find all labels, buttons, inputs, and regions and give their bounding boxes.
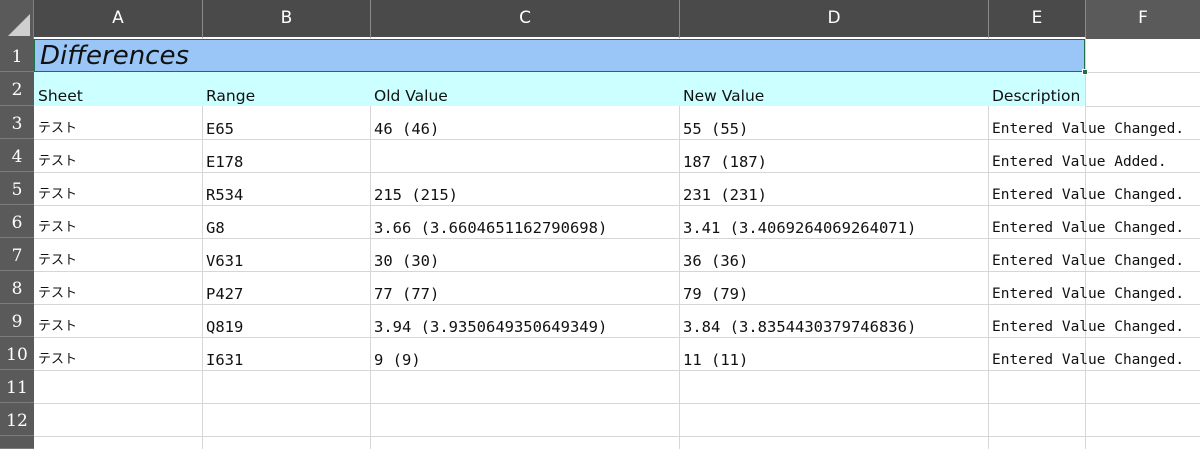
cell-old-value[interactable]: 3.94 (3.9350649350649349) — [374, 304, 607, 337]
column-header-d[interactable]: D — [680, 0, 989, 39]
cell-description[interactable]: Entered Value Changed. — [992, 106, 1184, 139]
cell-range[interactable]: E65 — [206, 106, 234, 139]
cell-old-value[interactable]: 3.66 (3.6604651162790698) — [374, 205, 607, 238]
column-header-e[interactable]: E — [989, 0, 1086, 39]
cell-range[interactable]: Q819 — [206, 304, 243, 337]
cell-old-value[interactable]: 9 (9) — [374, 337, 421, 370]
cell-description[interactable]: Entered Value Changed. — [992, 304, 1184, 337]
cell-old-value[interactable]: 46 (46) — [374, 106, 439, 139]
cell-range[interactable]: P427 — [206, 271, 243, 304]
row-header-2[interactable]: 2 — [0, 72, 34, 106]
column-header-c[interactable]: C — [371, 0, 680, 39]
cell-description[interactable]: Entered Value Changed. — [992, 205, 1184, 238]
row-header-7[interactable]: 7 — [0, 238, 34, 271]
cell-sheet[interactable]: テスト — [38, 106, 77, 139]
gridline-row-11 — [34, 403, 1200, 404]
header-description[interactable]: Description — [992, 72, 1080, 106]
cell-new-value[interactable]: 36 (36) — [683, 238, 748, 271]
row-header-5[interactable]: 5 — [0, 172, 34, 205]
cell-new-value[interactable]: 79 (79) — [683, 271, 748, 304]
spreadsheet: A B C D E F 1 2 3 4 5 6 7 8 9 10 11 12 D… — [0, 0, 1200, 449]
row-header-1[interactable]: 1 — [0, 39, 34, 72]
header-old-value[interactable]: Old Value — [374, 72, 448, 106]
cell-description[interactable]: Entered Value Changed. — [992, 238, 1184, 271]
cell-new-value[interactable]: 55 (55) — [683, 106, 748, 139]
gridline-row-12 — [34, 436, 1200, 437]
cell-range[interactable]: V631 — [206, 238, 243, 271]
cell-sheet[interactable]: テスト — [38, 205, 77, 238]
gridline-row-10 — [34, 370, 1200, 371]
gridline-col-e — [988, 106, 989, 449]
cell-grid[interactable]: Differences Sheet Range Old Value New Va… — [34, 39, 1200, 449]
gridline-col-d — [679, 106, 680, 449]
header-range[interactable]: Range — [206, 72, 255, 106]
cell-description[interactable]: Entered Value Changed. — [992, 271, 1184, 304]
gridline-f1 — [1085, 72, 1200, 73]
cell-sheet[interactable]: テスト — [38, 271, 77, 304]
row-header-10[interactable]: 10 — [0, 337, 34, 370]
cell-description[interactable]: Entered Value Changed. — [992, 337, 1184, 370]
column-header-f[interactable]: F — [1086, 0, 1200, 39]
header-band — [34, 72, 1085, 106]
cell-sheet[interactable]: テスト — [38, 139, 77, 172]
cell-sheet[interactable]: テスト — [38, 172, 77, 205]
cell-description[interactable]: Entered Value Added. — [992, 139, 1167, 172]
cell-sheet[interactable]: テスト — [38, 337, 77, 370]
cell-old-value[interactable]: 77 (77) — [374, 271, 439, 304]
row-header-13[interactable] — [0, 436, 34, 449]
row-header-9[interactable]: 9 — [0, 304, 34, 337]
title-band — [34, 39, 1085, 72]
cell-new-value[interactable]: 187 (187) — [683, 139, 767, 172]
select-all-corner[interactable] — [0, 0, 34, 39]
cell-new-value[interactable]: 3.84 (3.8354430379746836) — [683, 304, 916, 337]
cell-old-value[interactable]: 215 (215) — [374, 172, 458, 205]
cell-description[interactable]: Entered Value Changed. — [992, 172, 1184, 205]
header-new-value[interactable]: New Value — [683, 72, 764, 106]
title-cell[interactable]: Differences — [40, 39, 189, 72]
row-header-8[interactable]: 8 — [0, 271, 34, 304]
cell-range[interactable]: R534 — [206, 172, 243, 205]
header-sheet[interactable]: Sheet — [38, 72, 83, 106]
row-header-4[interactable]: 4 — [0, 139, 34, 172]
cell-range[interactable]: E178 — [206, 139, 243, 172]
cell-sheet[interactable]: テスト — [38, 304, 77, 337]
row-header-6[interactable]: 6 — [0, 205, 34, 238]
cell-new-value[interactable]: 11 (11) — [683, 337, 748, 370]
column-header-a[interactable]: A — [34, 0, 203, 39]
row-header-12[interactable]: 12 — [0, 403, 34, 436]
cell-new-value[interactable]: 231 (231) — [683, 172, 767, 205]
select-all-triangle-icon — [8, 14, 30, 36]
column-header-b[interactable]: B — [203, 0, 371, 39]
cell-range[interactable]: G8 — [206, 205, 225, 238]
fill-handle[interactable] — [1082, 69, 1088, 75]
row-header-11[interactable]: 11 — [0, 370, 34, 403]
gridline-col-b — [202, 106, 203, 449]
cell-new-value[interactable]: 3.41 (3.4069264069264071) — [683, 205, 916, 238]
cell-sheet[interactable]: テスト — [38, 238, 77, 271]
gridline-col-c — [370, 106, 371, 449]
cell-old-value[interactable]: 30 (30) — [374, 238, 439, 271]
cell-range[interactable]: I631 — [206, 337, 243, 370]
row-header-3[interactable]: 3 — [0, 106, 34, 139]
